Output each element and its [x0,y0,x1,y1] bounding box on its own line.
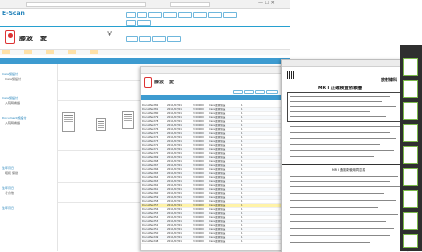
section-title: MR I 造影剤使用同意書 [332,168,366,172]
page-thumbnail[interactable] [403,102,418,120]
window-titlebar [141,67,283,83]
category-sidebar: Care施設付 Care施設付 Care施設付 入院時看護 Document施設… [0,64,58,251]
table-cell: 2011/07/01 [167,240,182,243]
header-button-1[interactable] [126,12,136,18]
document-thumbnail[interactable] [96,118,106,131]
form-line [290,242,370,243]
list-header-bar [141,95,283,100]
document-thumbnail[interactable] [122,111,134,129]
header-divider [0,26,290,27]
sidebar-section-label[interactable]: Care施設付 [2,72,18,76]
form-line [290,221,386,222]
form-line [290,235,390,236]
form-line [290,138,396,139]
form-line [290,101,382,102]
brand-title: E-Scan [2,11,25,16]
form-line [290,96,390,97]
form-line [290,200,396,201]
sidebar-section-value: 入院時看護 [5,101,21,105]
gender-icon: ♀ [107,31,113,36]
form-line [290,126,400,127]
toolbar-button-3[interactable] [255,90,265,94]
header-button-7[interactable] [208,12,222,18]
form-line [290,181,390,182]
sidebar-section-label[interactable]: Document施設付 [2,116,27,120]
address-bar[interactable] [26,2,146,7]
form-line [290,228,394,229]
header-button-4[interactable] [163,12,177,18]
patient-avatar-icon [5,30,15,44]
form-line [290,144,380,145]
tab-marker-2[interactable] [24,50,32,54]
document-department: 放射線科 [381,77,397,82]
form-line [290,156,374,157]
qr-code [287,71,295,79]
header-button-5[interactable] [178,12,192,18]
document-title: MR I 正確検査依頼書 [318,86,363,91]
form-line [290,214,398,215]
preview-toolbar [282,60,407,67]
sidebar-section-value: その他 [5,191,15,195]
tab-marker-1[interactable] [2,50,10,54]
browser-search-box[interactable] [170,2,210,7]
patient-avatar-icon [144,77,152,88]
window-controls[interactable]: — ☐ ✕ [258,1,275,6]
page-thumbnail[interactable] [403,146,418,164]
table-cell: Care書類施設 [209,240,226,243]
strip-window-controls[interactable] [403,0,422,45]
tab-marker-4[interactable] [68,50,76,54]
cut-line [282,164,407,165]
patient-button-4[interactable] [167,36,181,42]
page-thumbnail[interactable] [403,80,418,98]
toolbar-button-1[interactable] [233,90,243,94]
document-list-window: 藤波 愛 DocuMent82 2011/07/01 3 00000 Care書類施設… [140,66,284,251]
document-thumbnail[interactable] [62,112,75,132]
table-cell: 3 00000 [193,240,204,243]
table-cell: 1 [241,240,243,243]
page-thumbnail[interactable] [403,212,418,230]
page-thumbnail[interactable] [403,58,418,76]
tab-marker-5[interactable] [90,50,98,54]
form-line [290,207,378,208]
form-line [290,186,400,187]
toolbar-button-2[interactable] [244,90,254,94]
header-button-8[interactable] [223,12,237,18]
form-line [290,116,386,117]
form-line [290,193,384,194]
page-thumbnail[interactable] [403,190,418,208]
form-line [290,150,394,151]
patient-name: 藤波 愛 [19,36,47,41]
form-line [290,111,370,112]
sidebar-section-label[interactable]: 生年月日 [2,166,14,170]
form-line [290,106,396,107]
toolbar-button-4[interactable] [266,90,278,94]
header-button-2[interactable] [137,12,147,18]
sidebar-section-value: 昭和 保健 [5,171,18,175]
sidebar-section-value: 入院時看護 [5,121,21,125]
sidebar-section-label[interactable]: Care施設付 [2,96,18,100]
header-button-3[interactable] [148,12,162,18]
table-row[interactable]: DocuMent48 2011/07/01 3 00000 Care書類施設 1 [141,240,283,244]
document-preview-window: 放射線科 MR I 正確検査依頼書 MR I 造影剤使用同意書 [281,59,408,252]
tab-marker-3[interactable] [46,50,54,54]
sidebar-section-value: Care施設付 [5,77,21,81]
page-thumbnail[interactable] [403,234,418,248]
patient-button-1[interactable] [126,36,138,42]
table-cell: DocuMent [142,240,155,243]
form-line [290,132,390,133]
page-thumbnail[interactable] [403,168,418,186]
page-thumbnail[interactable] [403,124,418,142]
sidebar-section-label[interactable]: 生年月日 [2,206,14,210]
patient-name: 藤波 愛 [154,80,175,85]
patient-button-3[interactable] [152,36,166,42]
sidebar-section-label[interactable]: 生年月日 [2,186,14,190]
header-button-6[interactable] [193,12,207,18]
table-cell: 48 [155,240,159,243]
form-line [290,176,398,177]
tab-bar [0,49,290,55]
patient-button-2[interactable] [139,36,151,42]
